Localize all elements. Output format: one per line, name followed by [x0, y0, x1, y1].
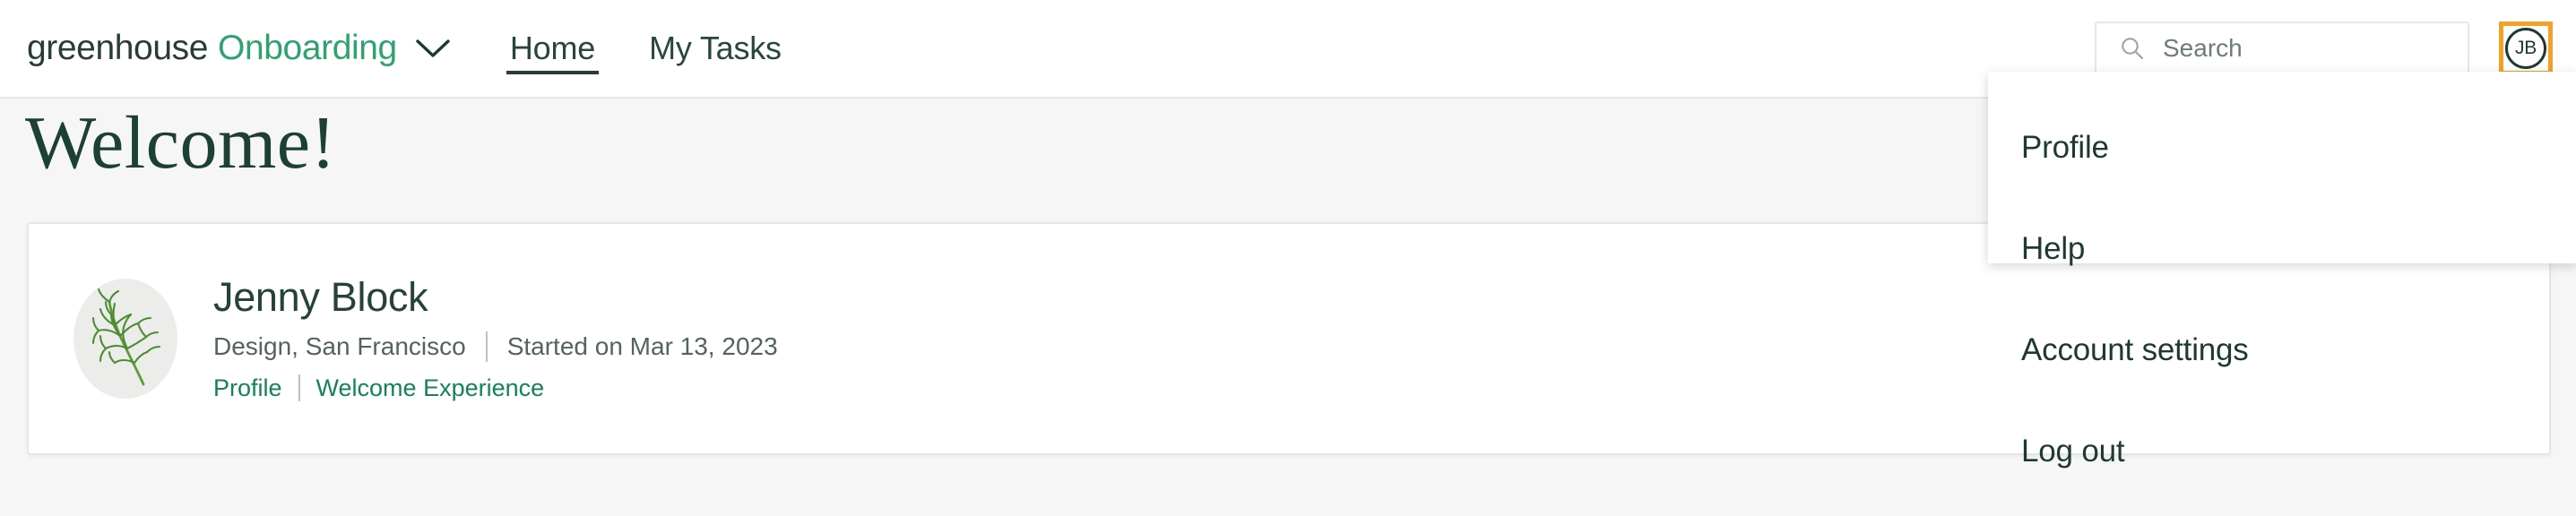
meta-divider [485, 331, 488, 362]
menu-item-profile[interactable]: Profile [1988, 97, 2576, 198]
menu-item-help[interactable]: Help [1988, 198, 2576, 299]
brand-logo-menu[interactable]: greenhouse Onboarding [27, 29, 451, 68]
chevron-down-icon[interactable] [415, 38, 451, 59]
menu-item-account-settings-label: Account settings [2021, 331, 2249, 367]
header-actions: JB [2095, 22, 2553, 75]
profile-avatar-image [73, 279, 177, 399]
profile-meta: Design, San Francisco Started on Mar 13,… [213, 331, 778, 362]
brand-product-name: Onboarding [218, 29, 397, 67]
menu-item-help-label: Help [2021, 230, 2086, 266]
tab-home-label: Home [509, 30, 596, 66]
account-dropdown-menu: Profile Help Account settings Log out [1988, 72, 2576, 469]
menu-item-account-settings[interactable]: Account settings [1988, 299, 2576, 400]
avatar-initials: JB [2514, 38, 2537, 58]
search-icon [2120, 36, 2145, 61]
profile-name: Jenny Block [213, 274, 428, 321]
profile-info: Jenny Block Design, San Francisco Starte… [213, 275, 778, 402]
profile-link[interactable]: Profile [213, 374, 282, 402]
brand-name: greenhouse [27, 29, 209, 67]
account-avatar-button[interactable]: JB [2499, 22, 2553, 75]
menu-item-profile-label: Profile [2021, 129, 2109, 165]
avatar: JB [2505, 28, 2546, 69]
menu-item-log-out[interactable]: Log out [1988, 400, 2576, 502]
plant-sprig-icon [91, 288, 161, 386]
profile-start-date: Started on Mar 13, 2023 [506, 331, 778, 360]
search-input[interactable] [2163, 34, 2432, 63]
tab-my-tasks[interactable]: My Tasks [645, 0, 785, 98]
main-navigation: Home My Tasks [506, 0, 832, 98]
profile-department-location: Design, San Francisco [213, 331, 466, 360]
menu-item-log-out-label: Log out [2021, 433, 2125, 469]
welcome-experience-link[interactable]: Welcome Experience [316, 374, 545, 402]
page-title: Welcome! [25, 101, 337, 185]
profile-links: Profile Welcome Experience [213, 374, 778, 402]
tab-my-tasks-label: My Tasks [649, 30, 782, 66]
search-box[interactable] [2095, 22, 2469, 75]
link-divider [298, 374, 300, 402]
tab-home[interactable]: Home [506, 0, 600, 98]
